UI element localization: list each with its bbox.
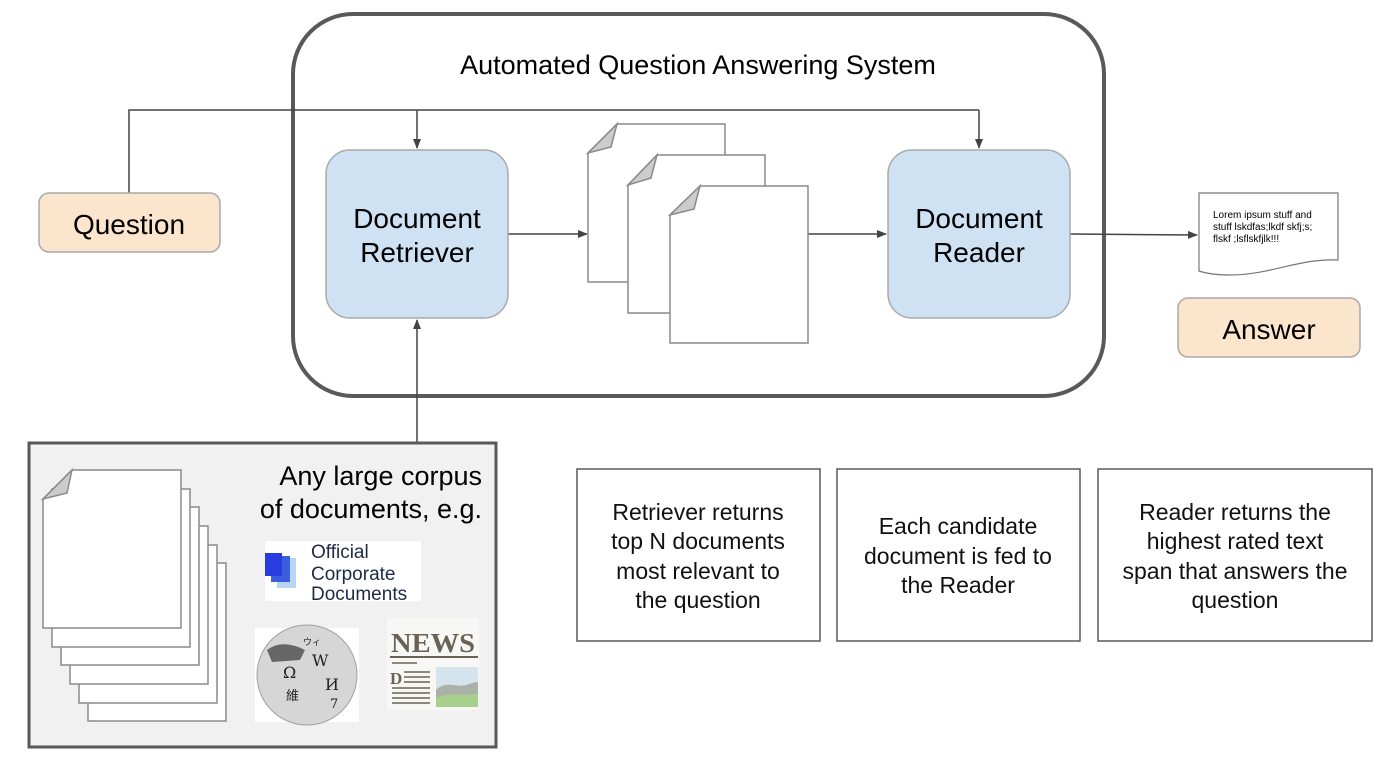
note-reader-line4: question [1192,587,1279,613]
note-reader: Reader returns the highest rated text sp… [1097,468,1373,642]
document-corpus: Any large corpus of documents, e.g. Offi… [27,441,498,749]
retriever-label-line2: Retriever [360,237,474,268]
note-retriever-line1: Retriever returns [612,499,783,525]
reader-label-line2: Reader [933,237,1025,268]
wiki-glyph-seven: 7 [330,697,338,712]
retriever-label-line1: Document [353,203,481,234]
news-icon: NEWS D [387,618,479,710]
note-candidates-line2: document is fed to [864,543,1052,569]
note-reader-line3: span that answers the [1122,558,1347,584]
question-label: Question [73,209,185,240]
note-retriever-line2: top N documents [611,528,785,554]
corporate-logo-line1: Official [311,542,369,563]
reader-label-line1: Document [915,203,1043,234]
note-retriever-line3: most relevant to [616,558,780,584]
news-title: NEWS [391,628,475,658]
note-reader-line2: highest rated text [1147,528,1324,554]
document-retriever-node: Document Retriever [325,149,509,319]
wiki-glyph-w: W [312,651,329,670]
note-candidates: Each candidate document is fed to the Re… [836,468,1081,642]
answer-label: Answer [1222,314,1315,345]
corpus-document-stack [40,467,227,722]
corpus-label-line1: Any large corpus [279,461,482,491]
reader-to-answer-arrow [1069,230,1198,239]
news-dropcap: D [390,669,402,688]
wiki-glyph-wi: ウィ [303,637,321,648]
document-icon [667,183,809,344]
corpus-label-line2: of documents, e.g. [260,494,482,524]
corporate-logo-line3: Documents [311,584,407,605]
answer-doc-line3: flskf ;lsflskfjlk!!! [1213,234,1279,245]
wiki-glyph-wei: 維 [286,689,299,704]
document-reader-node: Document Reader [887,149,1071,319]
wiki-glyph-omega: Ω [283,663,296,682]
note-candidates-line3: the Reader [901,572,1015,598]
corporate-logo-line2: Corporate [311,564,396,585]
note-candidates-line1: Each candidate [879,513,1038,539]
question-node: Question [38,192,221,253]
wikipedia-logo-icon: Ω W И 維 7 ウィ [255,624,359,726]
answer-document: Lorem ipsum stuff and stuff lskdfas;lkdf… [1198,192,1339,276]
wiki-glyph-i: И [325,675,339,694]
note-retriever-line4: the question [635,587,760,613]
qa-system-diagram: Automated Question Answering System Ques… [27,12,1373,749]
system-title: Automated Question Answering System [460,50,936,80]
answer-doc-line2: stuff lskdfas;lkdf skfj;s; [1213,222,1312,233]
note-reader-line1: Reader returns the [1139,499,1331,525]
answer-doc-line1: Lorem ipsum stuff and [1213,210,1312,221]
answer-node: Answer [1177,297,1361,358]
note-retriever: Retriever returns top N documents most r… [576,468,821,642]
corporate-documents-logo: Official Corporate Documents [265,541,421,605]
